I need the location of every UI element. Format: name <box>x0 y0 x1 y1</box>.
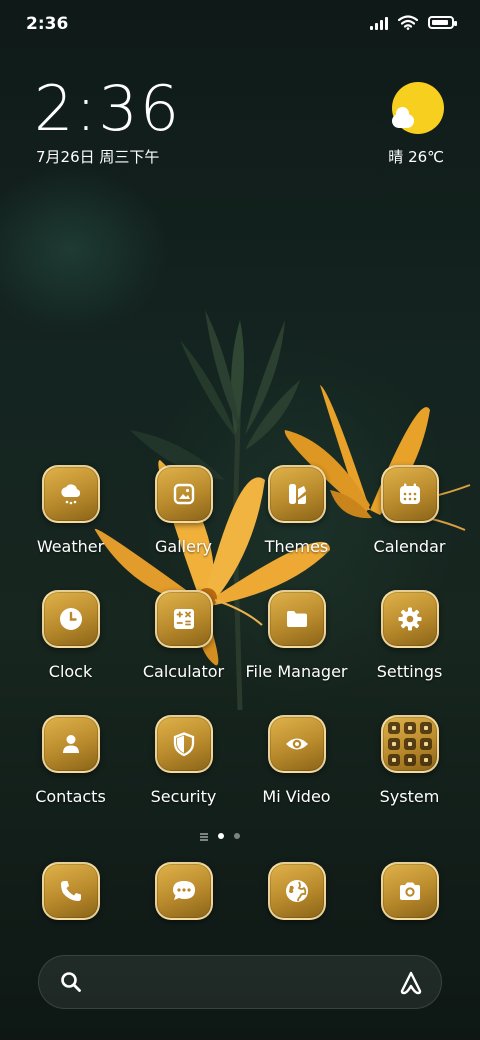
app-tile <box>380 465 439 523</box>
app-themes[interactable]: Themes <box>240 465 353 575</box>
app-file-manager[interactable]: File Manager <box>240 590 353 700</box>
clock-widget-date[interactable]: 7月26日 周三下午 <box>36 146 159 167</box>
app-tile <box>267 590 326 648</box>
camera-icon <box>399 882 420 900</box>
wifi-icon <box>398 15 418 30</box>
calendar-icon <box>399 483 420 504</box>
clock-icon <box>59 608 82 630</box>
themes-icon <box>288 484 306 504</box>
app-tile <box>380 590 439 648</box>
app-tile <box>380 862 439 920</box>
app-label: Contacts <box>35 787 106 806</box>
gear-icon <box>398 607 421 631</box>
app-label: Settings <box>376 662 443 681</box>
app-tile <box>41 715 100 773</box>
person-icon <box>62 735 79 753</box>
app-tile <box>267 715 326 773</box>
weather-cloud-icon <box>60 484 80 505</box>
calculator-icon <box>173 609 194 629</box>
dock-browser[interactable] <box>240 862 353 924</box>
battery-icon <box>428 16 457 29</box>
gallery-icon <box>173 483 194 505</box>
page-dot-active[interactable] <box>218 833 224 839</box>
status-time: 2:36 <box>26 14 69 34</box>
app-gallery[interactable]: Gallery <box>127 465 240 575</box>
app-calculator[interactable]: Calculator <box>127 590 240 700</box>
app-label: Themes <box>264 537 329 556</box>
dock-messages[interactable] <box>127 862 240 924</box>
app-weather[interactable]: Weather <box>14 465 127 575</box>
app-tile <box>154 590 213 648</box>
app-tile <box>267 465 326 523</box>
app-tile <box>154 862 213 920</box>
dock-phone[interactable] <box>14 862 127 924</box>
app-tile <box>154 715 213 773</box>
app-tile <box>380 715 439 773</box>
home-screen: 2:36 2:36 7月26日 周三下午 晴 26℃ Weather Galle… <box>0 0 480 1040</box>
battery-fill <box>432 20 449 25</box>
app-tile <box>41 590 100 648</box>
shield-icon <box>173 732 194 757</box>
app-security[interactable]: Security <box>127 715 240 825</box>
app-mi-video[interactable]: Mi Video <box>240 715 353 825</box>
dock-camera[interactable] <box>353 862 466 924</box>
page-indicator[interactable] <box>200 830 280 842</box>
app-calendar[interactable]: Calendar <box>353 465 466 575</box>
assistant-icon[interactable] <box>397 969 425 997</box>
weather-widget-text: 晴 26℃ <box>388 148 444 166</box>
search-input[interactable] <box>95 966 379 1002</box>
app-label: Security <box>150 787 217 806</box>
phone-icon <box>60 881 81 901</box>
app-system-folder[interactable]: System <box>353 715 466 825</box>
app-settings[interactable]: Settings <box>353 590 466 700</box>
app-label: File Manager <box>245 662 348 681</box>
browser-globe-icon <box>285 880 308 902</box>
app-tile <box>154 465 213 523</box>
app-label: Mi Video <box>262 787 331 806</box>
app-label: Weather <box>36 537 105 556</box>
weather-widget[interactable]: 晴 26℃ <box>364 82 444 166</box>
messages-icon <box>172 881 195 900</box>
folder-grid-icon <box>387 722 432 766</box>
app-clock[interactable]: Clock <box>14 590 127 700</box>
eye-icon <box>285 738 308 750</box>
app-contacts[interactable]: Contacts <box>14 715 127 825</box>
feed-page-icon[interactable] <box>200 832 208 841</box>
search-icon[interactable] <box>59 970 83 994</box>
search-bar[interactable] <box>38 955 442 1009</box>
clock-widget-time[interactable]: 2:36 <box>34 78 181 140</box>
small-cloud-icon <box>392 107 414 128</box>
status-icons <box>370 15 457 30</box>
status-bar: 2:36 <box>0 0 480 50</box>
app-label: System <box>379 787 440 806</box>
app-tile <box>41 862 100 920</box>
folder-icon <box>286 611 307 627</box>
app-tile <box>267 862 326 920</box>
app-label: Gallery <box>155 537 212 556</box>
page-dot[interactable] <box>234 833 240 839</box>
signal-icon <box>370 16 388 30</box>
app-label: Clock <box>48 662 93 681</box>
app-label: Calculator <box>142 662 225 681</box>
app-label: Calendar <box>373 537 446 556</box>
app-tile <box>41 465 100 523</box>
